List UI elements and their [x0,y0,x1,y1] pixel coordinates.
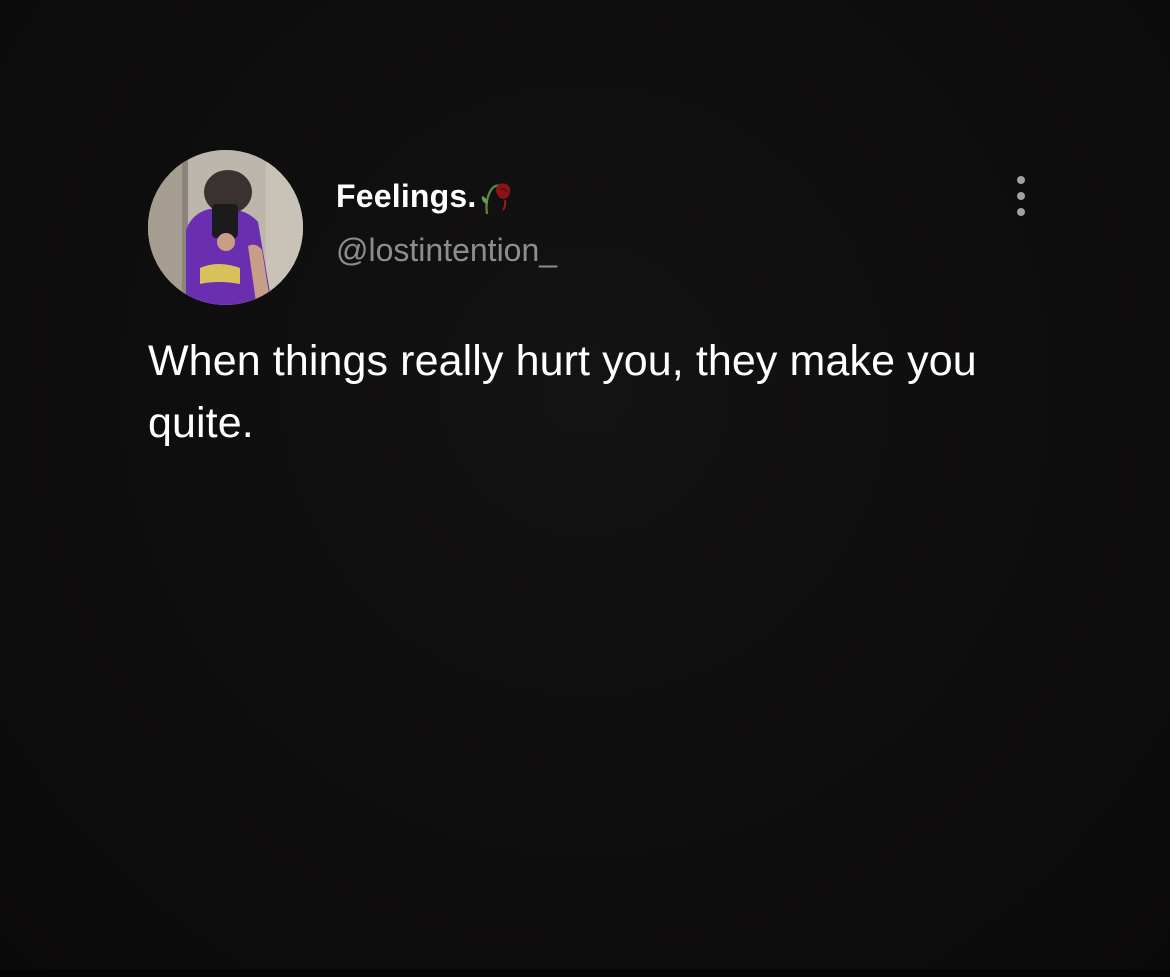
handle[interactable]: @lostintention_ [336,232,557,269]
more-dot [1017,176,1025,184]
display-name-row[interactable]: Feelings. [336,174,557,218]
tweet-text: When things really hurt you, they make y… [148,337,977,447]
more-dot [1017,192,1025,200]
display-name[interactable]: Feelings. [336,178,477,215]
more-options-icon[interactable] [1014,176,1028,216]
tweet-screenshot: Feelings. @lostintention_ When things re… [0,0,1170,977]
avatar-image [148,150,303,305]
avatar[interactable] [148,150,303,305]
tweet-header: Feelings. @lostintention_ [148,150,1028,306]
author-names: Feelings. @lostintention_ [336,174,557,269]
wilted-rose-icon [479,180,515,216]
bottom-edge [0,969,1170,977]
more-dot [1017,208,1025,216]
